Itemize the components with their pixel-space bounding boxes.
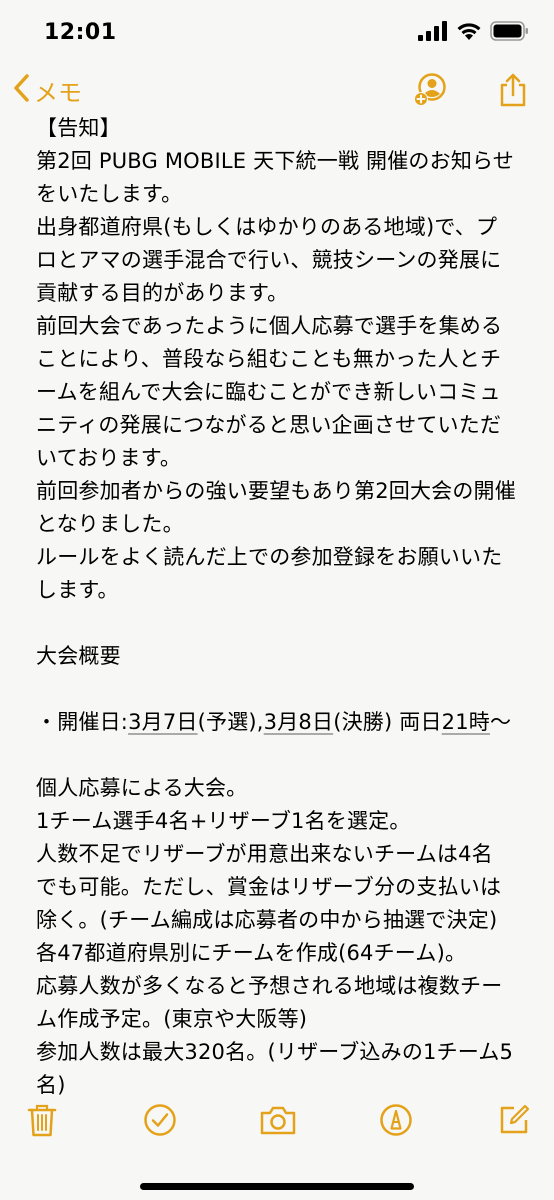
status-time: 12:01 [44, 20, 117, 45]
checkmark-circle-icon [143, 1103, 177, 1141]
status-bar: 12:01 [0, 0, 554, 64]
note-line: 個人応募による大会。 [36, 776, 248, 800]
status-icons [418, 21, 530, 45]
note-line: 【告知】 [36, 116, 121, 140]
note-line: 人数不足でリザーブが用意出来ないチームは4名 [36, 842, 493, 866]
note-line: 前回大会であったように個人応募で選手を集める [36, 314, 503, 338]
section-heading: 大会概要 [36, 644, 121, 668]
note-line [36, 739, 536, 772]
note-line: 出身都道府県(もしくはゆかりのある地域)で、プ [36, 215, 498, 239]
note-line: ム作成予定。(東京や大阪等) [36, 1007, 308, 1031]
schedule-suffix: 〜 [490, 710, 512, 734]
note-line: ルールをよく読んだ上での参加登録をお願いいた [36, 545, 503, 569]
wifi-icon [456, 21, 482, 45]
add-person-icon[interactable] [412, 72, 448, 108]
compose-button[interactable] [492, 1100, 536, 1144]
date-link-qualifier[interactable]: 3月7日 [128, 710, 198, 734]
home-indicator[interactable] [140, 1183, 414, 1190]
note-line: 第2回 PUBG MOBILE 天下統一戦 開催のお知らせ [36, 149, 515, 173]
chevron-left-icon [12, 73, 32, 107]
note-line: 除く。(チーム編成は応募者の中から抽選で決定) [36, 908, 498, 932]
camera-button[interactable] [256, 1100, 300, 1144]
note-body[interactable]: 【告知】 第2回 PUBG MOBILE 天下統一戦 開催のお知らせ をいたしま… [36, 112, 536, 1102]
note-line: 前回参加者からの強い要望もあり第2回大会の開催 [36, 479, 516, 503]
compose-icon [497, 1103, 531, 1141]
bottom-toolbar [0, 1100, 554, 1160]
checklist-button[interactable] [138, 1100, 182, 1144]
note-line: ームを組んで大会に臨むことができ新しいコミュ [36, 380, 501, 404]
note-line: 各47都道府県別にチームを作成(64チーム)。 [36, 941, 467, 965]
note-line [36, 607, 536, 640]
note-line: いております。 [36, 446, 182, 470]
delete-button[interactable] [20, 1100, 64, 1144]
share-icon[interactable] [498, 72, 528, 108]
back-button[interactable]: メモ [12, 70, 82, 110]
nav-bar: メモ [0, 64, 554, 114]
nav-actions [412, 70, 528, 110]
note-line: でも可能。ただし、賞金はリザーブ分の支払いは [36, 875, 502, 899]
note-line [36, 673, 536, 706]
note-line: をいたします。 [36, 182, 183, 206]
time-link[interactable]: 21時 [442, 710, 490, 734]
date-link-final[interactable]: 3月8日 [264, 710, 334, 734]
back-label: メモ [34, 78, 82, 107]
markup-button[interactable] [374, 1100, 418, 1144]
trash-icon [27, 1102, 57, 1142]
note-line: 応募人数が多くなると予想される地域は複数チー [36, 974, 503, 998]
battery-icon [490, 21, 530, 45]
schedule-text: (決勝) 両日 [333, 710, 442, 734]
note-line: 参加人数は最大320名。(リザーブ込みの1チーム5 [36, 1040, 514, 1064]
note-line: ことにより、普段なら組むことも無かった人とチ [36, 347, 502, 371]
schedule-text: (予選), [197, 710, 264, 734]
camera-icon [259, 1104, 297, 1140]
schedule-prefix: ・開催日: [36, 710, 129, 734]
note-line: ロとアマの選手混合で行い、競技シーンの発展に [36, 248, 502, 272]
note-line: します。 [36, 578, 119, 602]
cellular-signal-icon [418, 21, 448, 45]
note-line: 1チーム選手4名+リザーブ1名を選定。 [36, 809, 411, 833]
pen-circle-icon [379, 1103, 413, 1141]
note-line: ニティの発展につながると思い企画させていただ [36, 413, 502, 437]
note-line: 名) [36, 1073, 66, 1097]
schedule-line: ・開催日:3月7日(予選),3月8日(決勝) 両日21時〜 [36, 706, 536, 739]
note-line: となりました。 [36, 512, 184, 536]
note-line: 貢献する目的があります。 [36, 281, 289, 305]
